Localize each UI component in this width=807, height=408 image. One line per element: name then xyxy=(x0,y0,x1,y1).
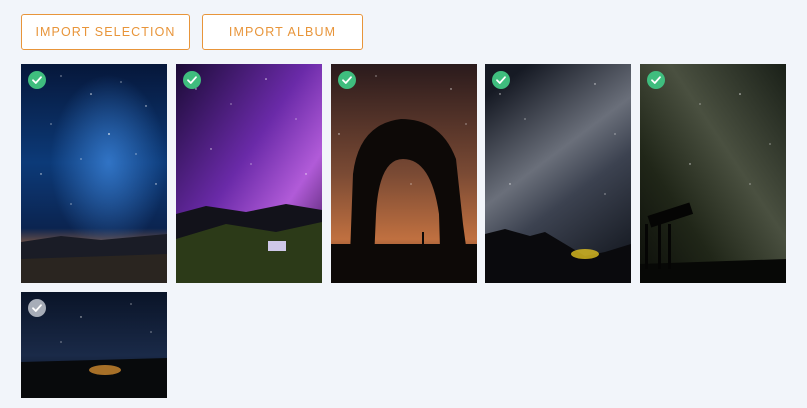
import-selection-button[interactable]: IMPORT SELECTION xyxy=(21,14,190,50)
photo-thumbnail[interactable] xyxy=(640,64,786,283)
selected-check-icon[interactable] xyxy=(492,71,510,89)
photo-image xyxy=(176,64,322,283)
selected-check-icon[interactable] xyxy=(647,71,665,89)
photo-thumbnail[interactable] xyxy=(21,64,167,283)
selected-check-icon[interactable] xyxy=(338,71,356,89)
import-album-button[interactable]: IMPORT ALBUM xyxy=(202,14,363,50)
photo-thumbnail[interactable] xyxy=(176,64,322,283)
photo-image xyxy=(331,64,477,283)
unselected-check-icon[interactable] xyxy=(28,299,46,317)
selected-check-icon[interactable] xyxy=(183,71,201,89)
photo-thumbnail[interactable] xyxy=(331,64,477,283)
photo-image xyxy=(640,64,786,283)
photo-image xyxy=(485,64,631,283)
photo-image xyxy=(21,64,167,283)
photo-thumbnail[interactable] xyxy=(485,64,631,283)
selected-check-icon[interactable] xyxy=(28,71,46,89)
photo-thumbnail[interactable] xyxy=(21,292,167,398)
